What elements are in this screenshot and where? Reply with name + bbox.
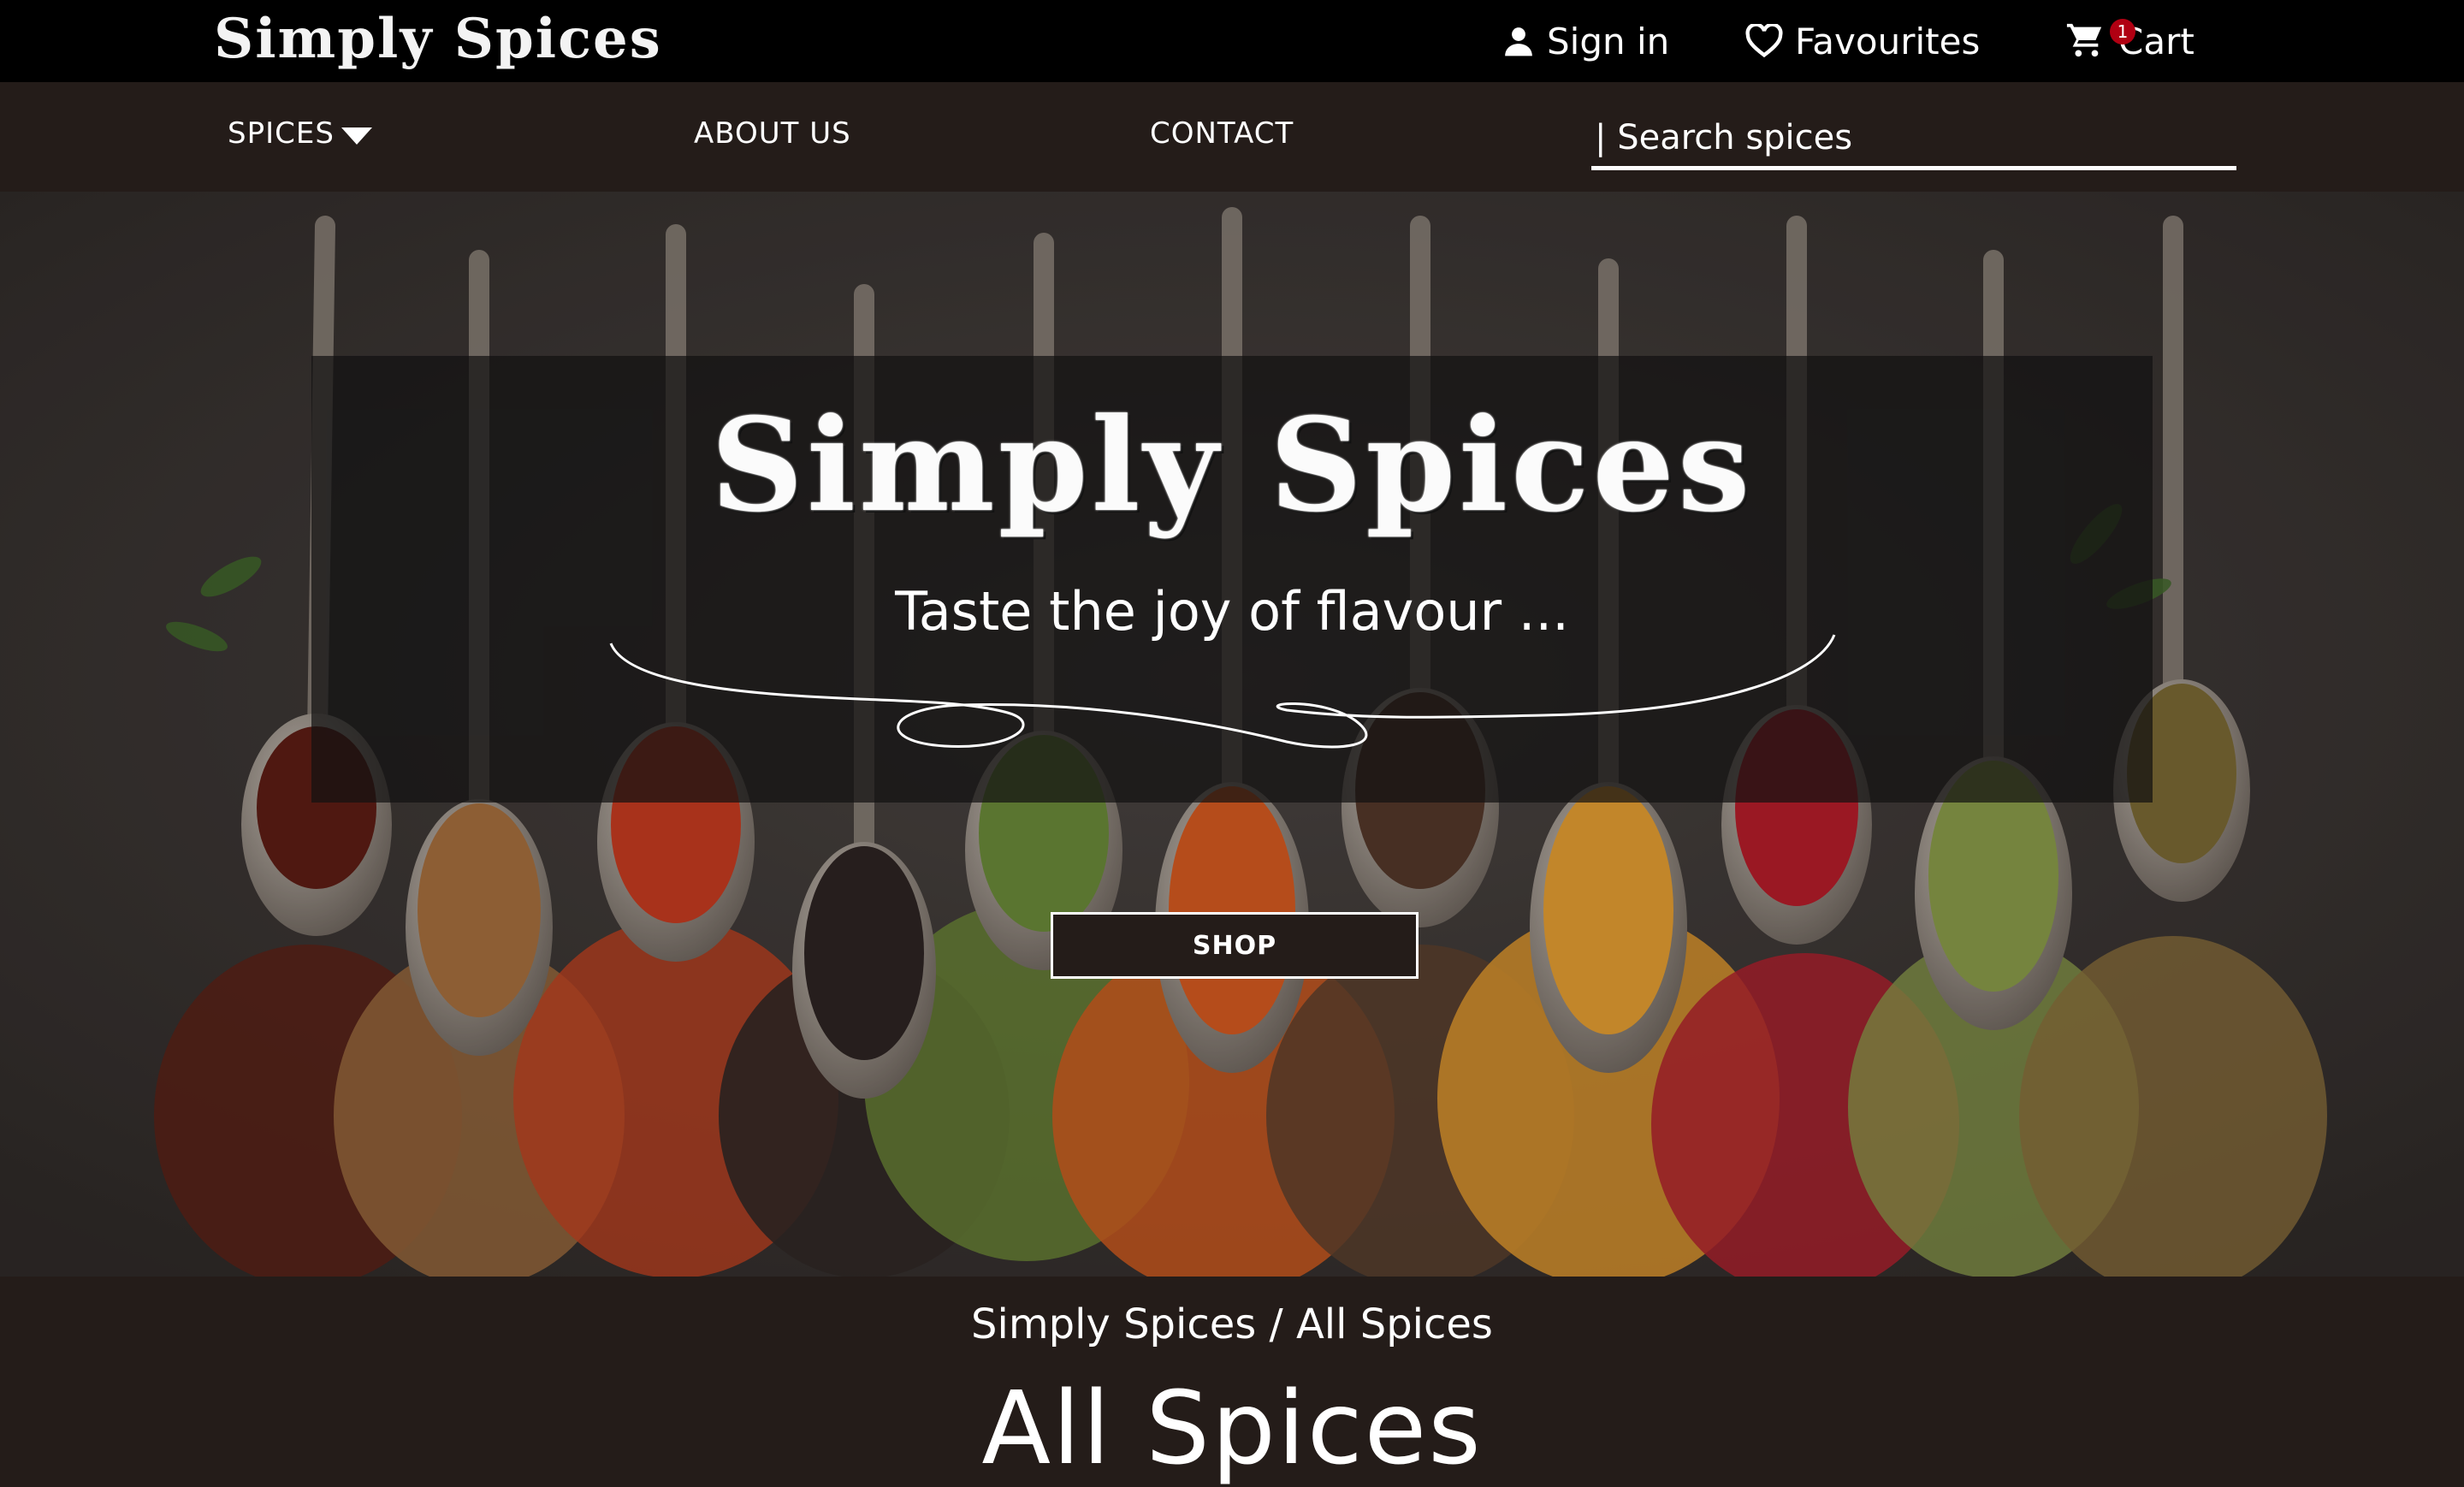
nav-about-us[interactable]: ABOUT US bbox=[694, 116, 851, 151]
caret-down-icon bbox=[341, 127, 372, 145]
breadcrumb[interactable]: Simply Spices / All Spices bbox=[0, 1300, 2464, 1348]
hero-banner: Simply Spices Taste the joy of flavour .… bbox=[0, 192, 2464, 1277]
top-bar: Simply Spices Sign in Favourites 1 Cart bbox=[0, 0, 2464, 82]
cart-icon bbox=[2066, 23, 2102, 57]
search-box bbox=[1591, 113, 2236, 170]
page-title: All Spices bbox=[981, 1369, 1483, 1487]
cart-icon-wrap: 1 bbox=[2065, 19, 2135, 62]
main-nav: SPICES ABOUT US CONTACT bbox=[0, 82, 2464, 192]
shop-button[interactable]: SHOP bbox=[1051, 912, 1419, 979]
user-icon bbox=[1505, 27, 1532, 56]
hero-title: Simply Spices bbox=[710, 390, 1754, 541]
heart-icon bbox=[1745, 24, 1783, 58]
site-logo[interactable]: Simply Spices bbox=[214, 7, 662, 71]
cart-link[interactable]: 1 Cart bbox=[2065, 15, 2194, 67]
nav-spices-label: SPICES bbox=[228, 116, 335, 151]
favourites-link[interactable]: Favourites bbox=[1745, 15, 1980, 67]
sign-in-label: Sign in bbox=[1547, 20, 1670, 62]
favourites-label: Favourites bbox=[1795, 20, 1981, 62]
cart-count-badge: 1 bbox=[2110, 19, 2135, 44]
flourish-divider bbox=[609, 634, 1836, 749]
hero-overlay-box: Simply Spices Taste the joy of flavour .… bbox=[311, 356, 2153, 803]
sign-in-link[interactable]: Sign in bbox=[1502, 15, 1669, 67]
nav-contact[interactable]: CONTACT bbox=[1150, 116, 1294, 151]
nav-spices-dropdown[interactable]: SPICES bbox=[228, 116, 372, 151]
search-input[interactable] bbox=[1591, 113, 2228, 163]
